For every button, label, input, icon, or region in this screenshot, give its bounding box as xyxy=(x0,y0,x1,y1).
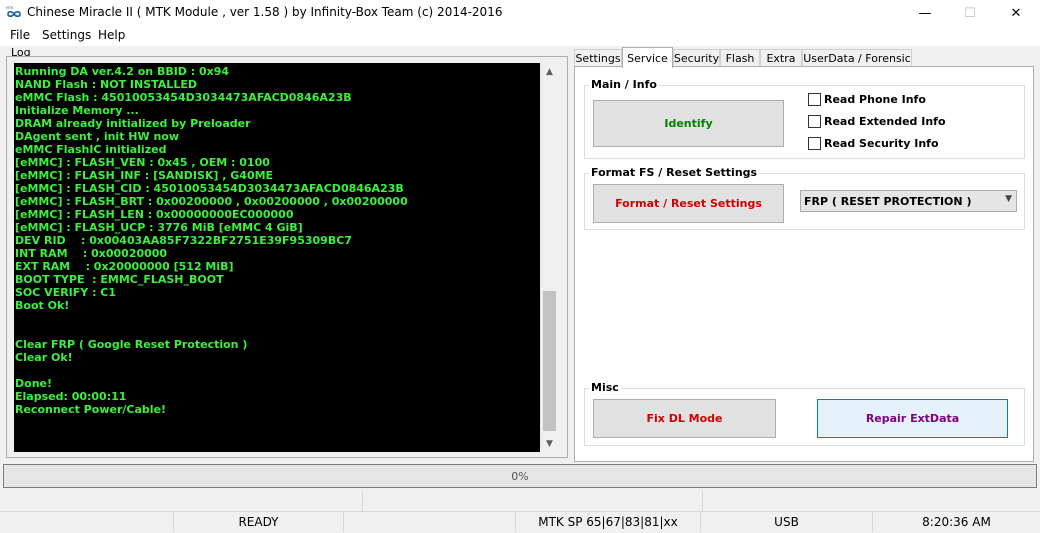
menu-help[interactable]: Help xyxy=(98,28,125,42)
status-cell-empty xyxy=(362,491,702,511)
log-line: [eMMC] : FLASH_BRT : 0x00200000 , 0x0020… xyxy=(15,195,408,208)
status-cell-empty xyxy=(0,512,173,532)
repair-extdata-button[interactable]: Repair ExtData xyxy=(817,399,1008,438)
log-line: eMMC Flash : 45010053454D3034473AFACD084… xyxy=(15,91,352,104)
close-button[interactable]: ✕ xyxy=(993,0,1039,26)
progress-bar: 0% xyxy=(3,464,1037,488)
log-line: Clear FRP ( Google Reset Protection ) xyxy=(15,338,248,351)
log-frame: Running DA ver.4.2 on BBID : 0x94 NAND Fl… xyxy=(6,56,568,458)
log-line: Elapsed: 00:00:11 xyxy=(15,390,127,403)
identify-button[interactable]: Identify xyxy=(593,100,784,147)
main-info-title: Main / Info xyxy=(589,78,659,91)
reset-mode-value: FRP ( RESET PROTECTION ) xyxy=(804,194,972,208)
maximize-button[interactable]: ☐ xyxy=(947,0,993,26)
read-security-info-checkbox[interactable]: Read Security Info xyxy=(808,137,939,150)
log-line: Initialize Memory ... xyxy=(15,104,139,117)
log-scrollbar[interactable]: ▲ ▼ xyxy=(540,63,557,452)
minimize-button[interactable]: — xyxy=(902,0,948,26)
log-line: [eMMC] : FLASH_UCP : 3776 MiB [eMMC 4 Gi… xyxy=(15,221,303,234)
tab-security[interactable]: Security xyxy=(673,49,720,67)
status-cell-empty xyxy=(702,491,1040,511)
log-line: SOC VERIFY : C1 xyxy=(15,286,117,299)
misc-group: Misc Fix DL Mode Repair ExtData xyxy=(584,381,1025,446)
checkbox-box[interactable] xyxy=(808,137,821,150)
read-security-info-label: Read Security Info xyxy=(824,137,939,150)
log-line: [eMMC] : FLASH_CID : 45010053454D3034473… xyxy=(15,182,404,195)
minimize-icon: — xyxy=(918,5,932,21)
menu-settings[interactable]: Settings xyxy=(42,28,91,42)
status-cell-empty xyxy=(0,491,362,511)
misc-title: Misc xyxy=(589,381,621,394)
chevron-down-icon: ▼ xyxy=(1005,194,1012,204)
log-line: Running DA ver.4.2 on BBID : 0x94 xyxy=(15,65,230,78)
log-line: eMMC FlashIC initialized xyxy=(15,143,167,156)
tab-userdata-forensic[interactable]: UserData / Forensic xyxy=(802,49,912,67)
read-extended-info-label: Read Extended Info xyxy=(824,115,946,128)
title-bar: MTK Chinese Miracle II ( MTK Module , ve… xyxy=(0,0,1040,26)
status-cell-empty xyxy=(343,512,515,532)
log-line: Done! xyxy=(15,377,52,390)
main-info-group: Main / Info Identify Read Phone Info Rea… xyxy=(584,78,1025,159)
log-line: DRAM already initialized by Preloader xyxy=(15,117,251,130)
log-line: DAgent sent , init HW now xyxy=(15,130,180,143)
tab-flash[interactable]: Flash xyxy=(720,49,760,67)
scrollbar-thumb[interactable] xyxy=(543,291,556,431)
infinity-logo-icon: MTK xyxy=(5,5,23,19)
reset-mode-select[interactable]: FRP ( RESET PROTECTION ) ▼ xyxy=(800,190,1017,212)
log-line: INT RAM : 0x00020000 xyxy=(15,247,168,260)
read-phone-info-label: Read Phone Info xyxy=(824,93,926,106)
log-line: NAND Flash : NOT INSTALLED xyxy=(15,78,197,91)
status-platform: MTK SP 65|67|83|81|xx xyxy=(515,512,700,532)
menu-bar: File Settings Help xyxy=(0,26,1040,46)
menu-file[interactable]: File xyxy=(10,28,30,42)
log-line: Reconnect Power/Cable! xyxy=(15,403,167,416)
tab-settings[interactable]: Settings xyxy=(574,49,622,67)
log-output[interactable]: Running DA ver.4.2 on BBID : 0x94 NAND Fl… xyxy=(14,63,540,452)
status-state: READY xyxy=(173,512,343,532)
checkbox-box[interactable] xyxy=(808,93,821,106)
log-line: DEV RID : 0x00403AA85F7322BF2751E39F9530… xyxy=(15,234,352,247)
close-icon: ✕ xyxy=(1010,5,1022,21)
status-connection: USB xyxy=(700,512,872,532)
read-phone-info-checkbox[interactable]: Read Phone Info xyxy=(808,93,926,106)
format-reset-title: Format FS / Reset Settings xyxy=(589,166,760,179)
log-line: Clear Ok! xyxy=(15,351,73,364)
tab-service[interactable]: Service xyxy=(622,47,673,68)
service-tab-panel: Main / Info Identify Read Phone Info Rea… xyxy=(574,66,1034,462)
progress-text: 0% xyxy=(511,469,529,483)
format-reset-group: Format FS / Reset Settings Format / Rese… xyxy=(584,166,1025,230)
window-title: Chinese Miracle II ( MTK Module , ver 1.… xyxy=(27,5,503,19)
log-line: [eMMC] : FLASH_VEN : 0x45 , OEM : 0100 xyxy=(15,156,270,169)
scroll-down-icon[interactable]: ▼ xyxy=(541,435,558,452)
format-reset-button[interactable]: Format / Reset Settings xyxy=(593,184,784,223)
status-row-upper xyxy=(0,491,1040,511)
log-line: Boot Ok! xyxy=(15,299,70,312)
fix-dl-mode-button[interactable]: Fix DL Mode xyxy=(593,399,776,438)
checkbox-box[interactable] xyxy=(808,115,821,128)
log-line: [eMMC] : FLASH_LEN : 0x00000000EC000000 xyxy=(15,208,294,221)
tab-extra[interactable]: Extra xyxy=(760,49,802,67)
log-line: BOOT TYPE : EMMC_FLASH_BOOT xyxy=(15,273,224,286)
scroll-up-icon[interactable]: ▲ xyxy=(541,63,558,80)
log-line: EXT RAM : 0x20000000 [512 MiB] xyxy=(15,260,234,273)
svg-text:MTK: MTK xyxy=(6,6,14,10)
status-bar: READY MTK SP 65|67|83|81|xx USB 8:20:36 … xyxy=(0,511,1040,532)
status-time: 8:20:36 AM xyxy=(872,512,1040,532)
log-line: [eMMC] : FLASH_INF : [SANDISK] , G40ME xyxy=(15,169,274,182)
maximize-icon: ☐ xyxy=(964,5,976,21)
read-extended-info-checkbox[interactable]: Read Extended Info xyxy=(808,115,946,128)
